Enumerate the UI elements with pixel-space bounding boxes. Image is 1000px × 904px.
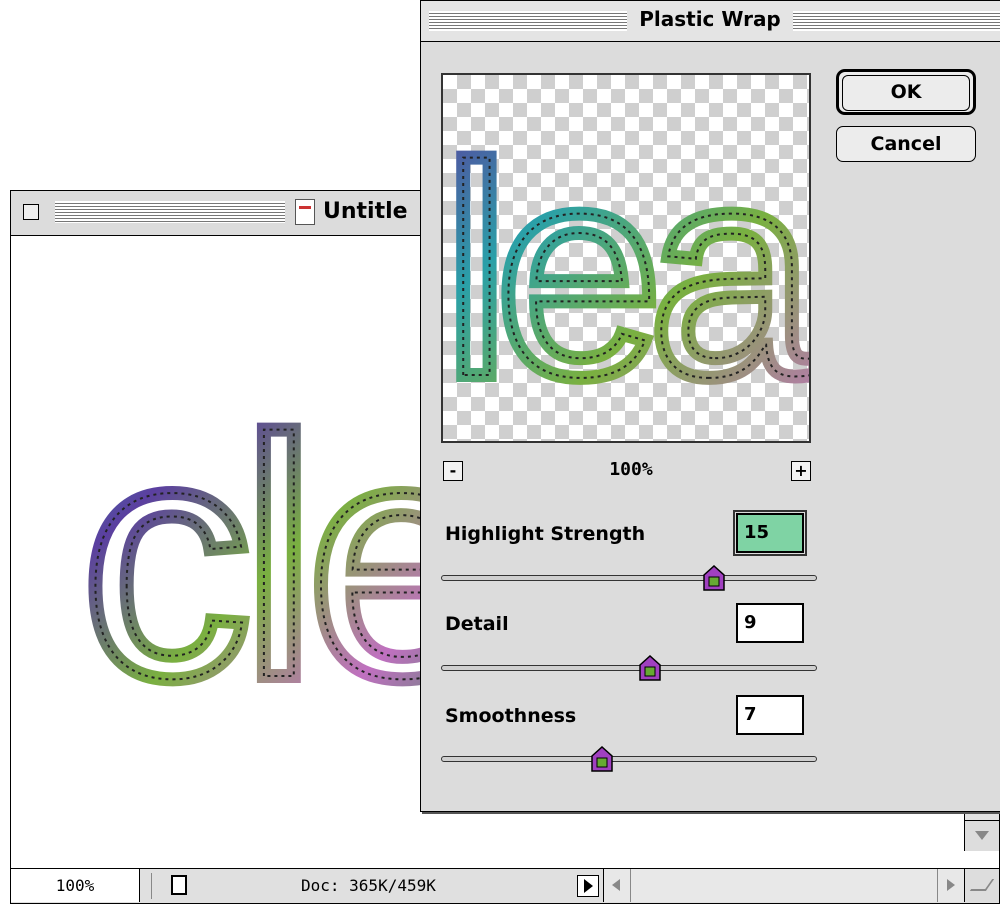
zoom-level-field[interactable]: 100% xyxy=(11,869,140,902)
scroll-down-icon[interactable] xyxy=(965,820,999,851)
smoothness-field[interactable]: 7 xyxy=(736,695,804,735)
grow-box-icon[interactable] xyxy=(964,869,999,902)
filter-preview[interactable]: lea lea xyxy=(441,73,811,443)
status-divider xyxy=(151,873,152,899)
titlebar-stripes xyxy=(429,11,627,31)
smoothness-label: Smoothness xyxy=(445,705,577,727)
preview-text-outline: lea xyxy=(443,103,809,439)
detail-slider[interactable] xyxy=(441,665,817,671)
smoothness-slider[interactable] xyxy=(441,756,817,762)
document-title: Untitle xyxy=(323,199,408,224)
horizontal-scrollbar[interactable] xyxy=(603,869,964,902)
titlebar-stripes xyxy=(793,11,1000,31)
slider-thumb-icon[interactable] xyxy=(591,746,613,772)
detail-label: Detail xyxy=(445,613,509,635)
scroll-left-icon[interactable] xyxy=(604,869,631,902)
dialog-titlebar[interactable]: Plastic Wrap xyxy=(421,1,1000,42)
detail-field[interactable]: 9 xyxy=(736,603,804,643)
highlight-strength-field[interactable]: 15 xyxy=(733,510,807,556)
preview-zoom-level: 100% xyxy=(609,459,653,480)
highlight-strength-slider[interactable] xyxy=(441,575,817,581)
arrow-right-icon[interactable] xyxy=(577,875,599,897)
document-icon[interactable] xyxy=(171,875,187,895)
scroll-right-icon[interactable] xyxy=(937,869,964,902)
zoom-out-icon[interactable]: - xyxy=(443,461,463,481)
cancel-button[interactable]: Cancel xyxy=(836,126,976,162)
dialog-title: Plastic Wrap xyxy=(627,7,793,31)
document-icon xyxy=(295,199,315,225)
zoom-in-icon[interactable]: + xyxy=(791,461,811,481)
highlight-strength-label: Highlight Strength xyxy=(445,523,646,545)
status-bar: 100% Doc: 365K/459K xyxy=(11,868,999,903)
close-box-icon[interactable] xyxy=(23,204,39,220)
slider-thumb-icon[interactable] xyxy=(639,655,661,681)
plastic-wrap-dialog: Plastic Wrap lea lea - 100% + Highlight … xyxy=(420,0,1000,812)
slider-thumb-icon[interactable] xyxy=(703,565,725,591)
ok-button-label: OK xyxy=(842,75,970,111)
ok-button[interactable]: OK xyxy=(836,69,976,115)
doc-size-info: Doc: 365K/459K xyxy=(301,876,436,895)
titlebar-stripes xyxy=(55,201,285,223)
